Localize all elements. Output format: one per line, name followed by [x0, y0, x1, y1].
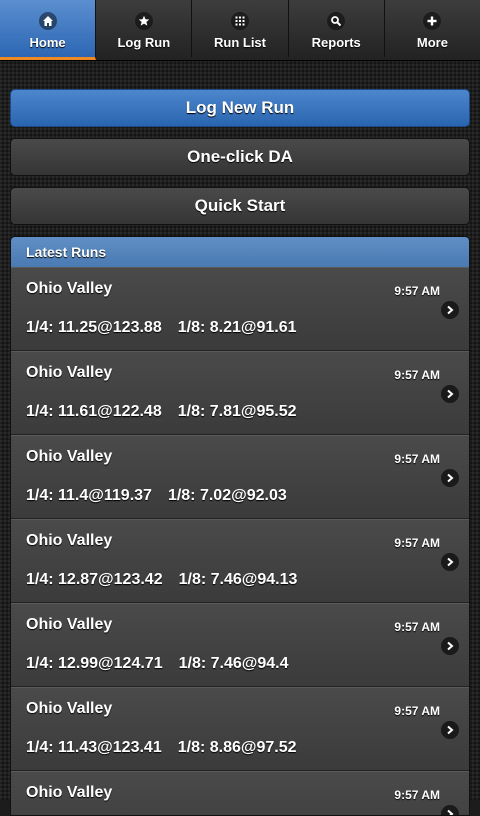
run-track-name: Ohio Valley: [26, 616, 113, 633]
quarter-mile-stat: 1/4: 12.99@124.71: [26, 655, 163, 672]
run-time: 9:57 AM: [394, 536, 440, 550]
tab-log-run[interactable]: Log Run: [96, 0, 193, 57]
list-item[interactable]: Ohio Valley 9:57 AM: [11, 771, 469, 815]
run-time: 9:57 AM: [394, 452, 440, 466]
run-track-name: Ohio Valley: [26, 364, 113, 381]
latest-runs-list: Latest Runs Ohio Valley 9:57 AM 1/4: 11.…: [10, 236, 470, 816]
list-item[interactable]: Ohio Valley 9:57 AM 1/4: 11.25@123.88 1/8…: [11, 267, 469, 351]
run-time: 9:57 AM: [394, 284, 440, 298]
run-track-name: Ohio Valley: [26, 784, 113, 801]
eighth-mile-stat: 1/8: 7.46@94.13: [178, 571, 298, 588]
tab-label: Run List: [214, 35, 266, 50]
quarter-mile-stat: 1/4: 11.4@119.37: [26, 487, 152, 504]
run-stats: 1/4: 12.99@124.71 1/8: 7.46@94.4: [26, 655, 289, 673]
list-item[interactable]: Ohio Valley 9:57 AM 1/4: 12.87@123.42 1/8…: [11, 519, 469, 603]
run-track-name: Ohio Valley: [26, 448, 113, 465]
run-stats: 1/4: 11.61@122.48 1/8: 7.81@95.52: [26, 403, 297, 421]
list-item[interactable]: Ohio Valley 9:57 AM 1/4: 11.43@123.41 1/8…: [11, 687, 469, 771]
chevron-right-icon: [441, 805, 459, 815]
eighth-mile-stat: 1/8: 7.02@92.03: [167, 487, 287, 504]
quarter-mile-stat: 1/4: 11.61@122.48: [26, 403, 162, 420]
chevron-right-icon: [441, 301, 459, 319]
quarter-mile-stat: 1/4: 11.25@123.88: [26, 319, 162, 336]
home-icon: [38, 12, 57, 30]
one-click-da-button[interactable]: One-click DA: [10, 138, 470, 176]
run-time: 9:57 AM: [394, 620, 440, 634]
chevron-right-icon: [441, 637, 459, 655]
run-time: 9:57 AM: [394, 368, 440, 382]
tab-more[interactable]: More: [385, 0, 480, 57]
list-item[interactable]: Ohio Valley 9:57 AM 1/4: 11.61@122.48 1/8…: [11, 351, 469, 435]
run-track-name: Ohio Valley: [26, 700, 113, 717]
tab-label: More: [416, 35, 448, 50]
quarter-mile-stat: 1/4: 11.43@123.41: [26, 739, 162, 756]
tab-label: Reports: [311, 35, 361, 50]
quarter-mile-stat: 1/4: 12.87@123.42: [26, 571, 163, 588]
nav-bar: Home Log Run Run List Reports More: [0, 0, 480, 61]
log-new-run-button[interactable]: Log New Run: [10, 89, 470, 127]
run-track-name: Ohio Valley: [26, 532, 113, 549]
plus-icon: [423, 12, 442, 30]
chevron-right-icon: [441, 721, 459, 739]
eighth-mile-stat: 1/8: 8.21@91.61: [177, 319, 297, 336]
list-item[interactable]: Ohio Valley 9:57 AM 1/4: 11.4@119.37 1/8:…: [11, 435, 469, 519]
run-time: 9:57 AM: [394, 704, 440, 718]
chevron-right-icon: [441, 385, 459, 403]
run-track-name: Ohio Valley: [26, 280, 113, 297]
quick-start-button[interactable]: Quick Start: [10, 187, 470, 225]
latest-runs-header: Latest Runs: [11, 237, 469, 267]
grid-icon: [231, 12, 249, 30]
tab-label: Home: [29, 35, 66, 50]
run-stats: 1/4: 11.4@119.37 1/8: 7.02@92.03: [26, 487, 287, 505]
eighth-mile-stat: 1/8: 7.46@94.4: [178, 655, 289, 672]
chevron-right-icon: [441, 469, 459, 487]
star-icon: [134, 12, 153, 30]
run-stats: 1/4: 11.25@123.88 1/8: 8.21@91.61: [26, 319, 297, 337]
eighth-mile-stat: 1/8: 7.81@95.52: [177, 403, 297, 420]
search-icon: [327, 12, 346, 30]
eighth-mile-stat: 1/8: 8.86@97.52: [177, 739, 297, 756]
run-stats: 1/4: 11.43@123.41 1/8: 8.86@97.52: [26, 739, 297, 757]
tab-run-list[interactable]: Run List: [192, 0, 289, 57]
tab-home[interactable]: Home: [0, 0, 97, 60]
list-item[interactable]: Ohio Valley 9:57 AM 1/4: 12.99@124.71 1/8…: [11, 603, 469, 687]
tab-reports[interactable]: Reports: [289, 0, 385, 57]
run-stats: 1/4: 12.87@123.42 1/8: 7.46@94.13: [26, 571, 297, 589]
tab-label: Log Run: [117, 35, 171, 50]
chevron-right-icon: [441, 553, 459, 571]
